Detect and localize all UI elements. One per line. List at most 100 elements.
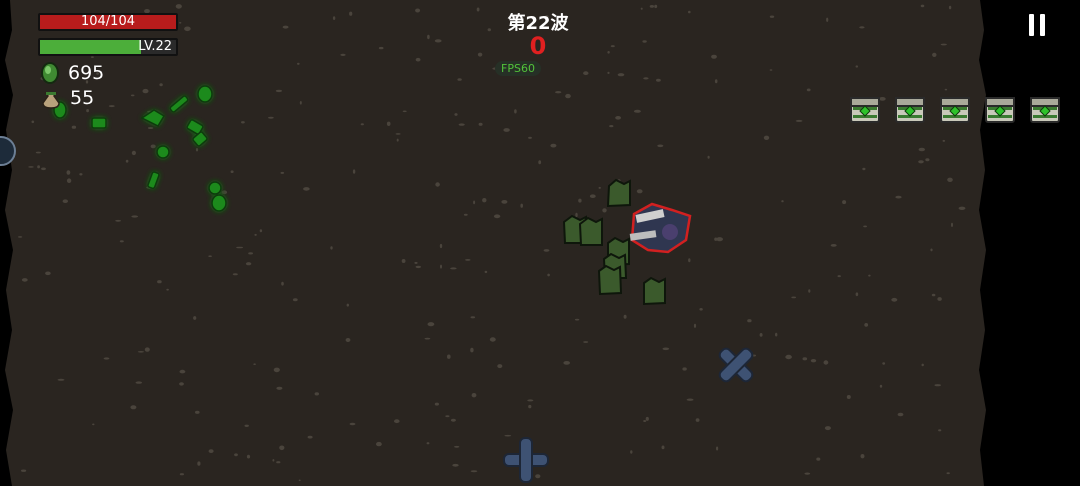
ground-pebble xyxy=(695,418,700,422)
ground-pebble xyxy=(376,441,382,447)
ground-pebble xyxy=(565,93,571,99)
ground-pebble xyxy=(543,249,550,252)
level-text: LV.22 xyxy=(138,39,172,54)
ground-pebble xyxy=(804,472,811,475)
ground-pebble xyxy=(682,367,687,371)
ground-pebble xyxy=(654,4,658,9)
ground-pebble xyxy=(918,160,924,164)
enemy xyxy=(597,264,623,296)
ground-pebble xyxy=(147,127,154,129)
ground-pebble xyxy=(470,316,476,319)
ground-pebble xyxy=(714,79,718,84)
ground-pebble xyxy=(937,297,942,301)
ground-pebble xyxy=(934,384,941,387)
ground-pebble xyxy=(193,316,197,320)
ground-pebble xyxy=(688,10,691,14)
game-arena[interactable] xyxy=(0,0,1080,486)
ground-pebble xyxy=(31,120,35,124)
ground-pebble xyxy=(281,281,284,286)
ground-pebble xyxy=(434,402,439,406)
ground-pebble xyxy=(349,11,353,16)
ground-pebble xyxy=(918,147,925,152)
ground-pebble xyxy=(602,208,607,213)
ground-pebble xyxy=(21,469,27,472)
ground-pebble xyxy=(550,143,557,148)
ground-pebble xyxy=(41,167,46,171)
ground-pebble xyxy=(427,34,430,40)
enemy xyxy=(606,178,631,208)
gem-pickup xyxy=(197,85,213,103)
ground-pebble xyxy=(346,303,349,307)
ground-pebble xyxy=(891,297,898,302)
ground-pebble xyxy=(90,56,94,58)
ground-pebble xyxy=(195,148,199,152)
gem-pickup xyxy=(91,117,107,129)
treasure-chest-icon xyxy=(1029,94,1061,124)
ground-pebble xyxy=(232,273,238,276)
ground-pebble xyxy=(345,338,351,342)
ground-pebble xyxy=(195,410,200,414)
ground-pebble xyxy=(447,354,451,359)
ground-pebble xyxy=(276,386,283,390)
ground-pebble xyxy=(816,457,821,461)
ground-pebble xyxy=(62,199,68,203)
ground-pebble xyxy=(426,442,430,445)
ground-pebble xyxy=(589,194,596,198)
ground-pebble xyxy=(179,369,186,374)
ground-pebble xyxy=(477,52,483,57)
ground-pebble xyxy=(439,243,443,249)
ground-pebble xyxy=(254,233,257,236)
ground-pebble xyxy=(615,116,621,120)
ground-pebble xyxy=(394,419,400,424)
ground-pebble xyxy=(895,195,902,199)
ground-pebble xyxy=(497,364,503,369)
ground-pebble xyxy=(489,337,496,342)
treasure-chest-icon xyxy=(984,94,1016,124)
ground-pebble xyxy=(79,173,83,176)
pause-icon xyxy=(1029,14,1034,36)
ground-pebble xyxy=(349,422,356,426)
ground-pebble xyxy=(157,280,162,284)
ground-pebble xyxy=(842,200,847,205)
health-bar: 104/104 xyxy=(38,13,178,31)
ground-pebble xyxy=(686,398,694,401)
ground-pebble xyxy=(119,240,124,243)
game-stage[interactable]: 104/104 LV.22 695 55 第22波 0 FPS60 xyxy=(0,0,1080,486)
ground-pebble xyxy=(763,135,770,140)
ground-pebble xyxy=(528,136,532,139)
ground-pebble xyxy=(707,155,710,159)
pause-icon xyxy=(1040,14,1045,36)
ground-pebble xyxy=(108,105,115,108)
ground-pebble xyxy=(808,289,811,293)
ground-pebble xyxy=(275,89,282,93)
ground-pebble xyxy=(711,54,717,59)
ground-pebble xyxy=(575,212,578,218)
ground-pebble xyxy=(538,160,542,165)
ground-pebble xyxy=(810,359,817,363)
ground-pebble xyxy=(514,109,517,114)
ground-pebble xyxy=(863,225,867,228)
ground-pebble xyxy=(623,314,627,319)
enemy xyxy=(643,276,666,306)
ground-pebble xyxy=(824,426,831,431)
ground-pebble xyxy=(555,91,562,94)
ground-pebble xyxy=(493,214,501,219)
ground-pebble xyxy=(28,166,34,168)
ground-pebble xyxy=(775,332,778,337)
ground-pebble xyxy=(208,255,212,257)
ground-pebble xyxy=(649,5,655,8)
treasure-chest-row xyxy=(849,94,1065,126)
ground-pebble xyxy=(947,177,953,182)
ground-pebble xyxy=(427,322,435,327)
ground-pebble xyxy=(636,189,643,194)
ground-pebble xyxy=(386,121,391,127)
ground-pebble xyxy=(574,318,580,321)
ground-pebble xyxy=(868,274,871,277)
ground-pebble xyxy=(458,123,465,126)
health-text: 104/104 xyxy=(80,14,135,29)
ground-pebble xyxy=(470,470,478,473)
ground-pebble xyxy=(280,171,285,174)
ground-pebble xyxy=(246,454,251,459)
pause-button[interactable] xyxy=(1020,8,1054,42)
gem-count: 695 xyxy=(68,62,105,84)
